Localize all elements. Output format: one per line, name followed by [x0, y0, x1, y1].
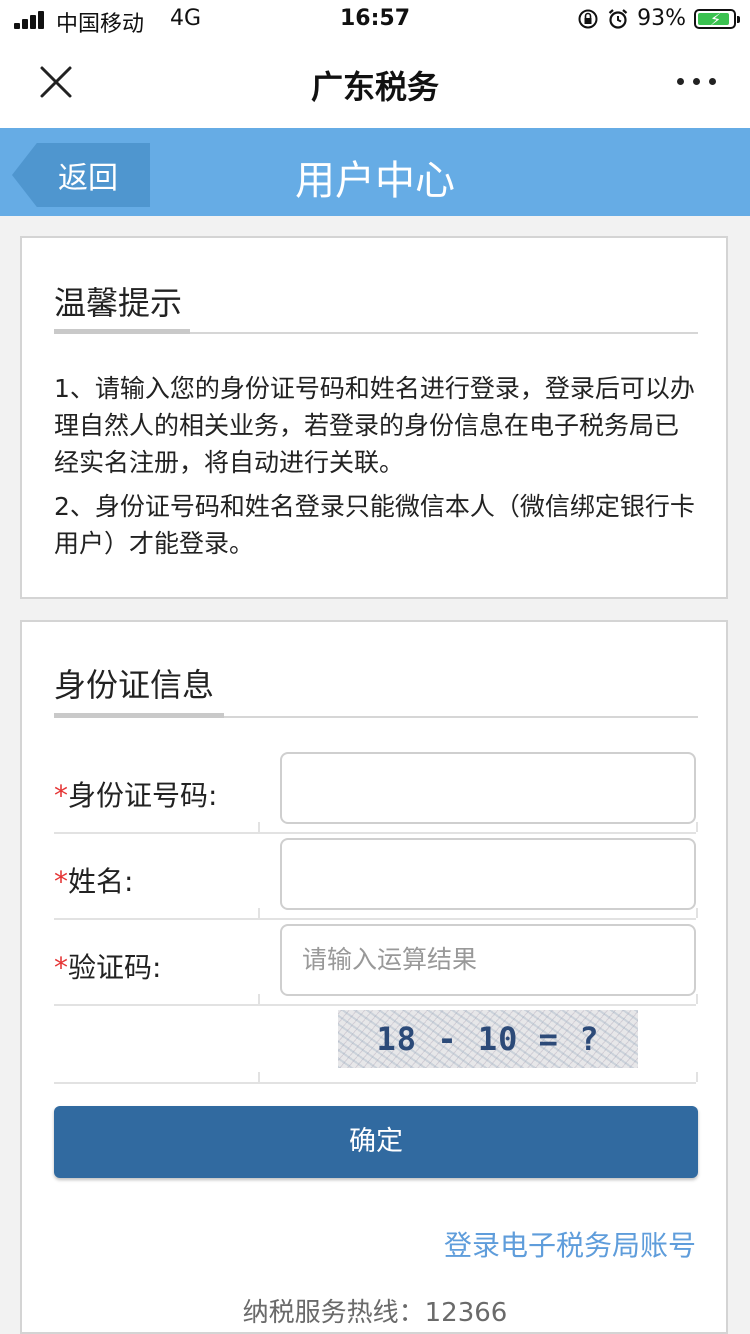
battery-percent: 93%: [637, 6, 686, 31]
tip-item-2: 2、身份证号码和姓名登录只能微信本人（微信绑定银行卡用户）才能登录。: [54, 492, 695, 558]
tips-card: 温馨提示 1、请输入您的身份证号码和姓名进行登录，登录后可以办理自然人的相关业务…: [20, 236, 728, 599]
more-icon[interactable]: [677, 78, 716, 85]
id-number-label: *身份证号码:: [54, 779, 218, 812]
row-divider: [54, 1082, 696, 1084]
confirm-button[interactable]: 确定: [54, 1106, 698, 1178]
status-bar: 中国移动 4G 16:57 93% ⚡: [0, 0, 750, 40]
row-divider: [54, 1004, 696, 1006]
page-title: 用户中心: [295, 158, 455, 204]
id-section-title: 身份证信息: [54, 666, 215, 704]
alarm-icon: [608, 8, 628, 29]
id-section-divider: [54, 713, 698, 718]
name-input[interactable]: [280, 838, 696, 910]
id-number-input[interactable]: [280, 752, 696, 824]
row-divider: [54, 832, 696, 834]
tip-item-1: 1、请输入您的身份证号码和姓名进行登录，登录后可以办理自然人的相关业务，若登录的…: [54, 374, 695, 477]
row-divider: [54, 918, 696, 920]
captcha-image[interactable]: 18 - 10 = ?: [338, 1010, 638, 1068]
id-info-card: 身份证信息 *身份证号码: *姓名: *验证码: 请输入运算结果 18 - 10…: [20, 620, 728, 1334]
battery-charging-icon: ⚡: [694, 8, 740, 29]
service-hotline: 纳税服务热线：12366: [242, 1298, 508, 1328]
rotation-lock-icon: [578, 9, 598, 28]
name-label: *姓名:: [54, 865, 134, 898]
captcha-input[interactable]: 请输入运算结果: [280, 924, 696, 996]
tips-title: 温馨提示: [54, 284, 183, 322]
page-header: 返回 用户中心: [0, 128, 750, 216]
tips-divider: [54, 329, 698, 334]
nav-bar: 广东税务: [0, 40, 750, 128]
captcha-label: *验证码:: [54, 951, 162, 984]
etax-login-link[interactable]: 登录电子税务局账号: [444, 1224, 696, 1264]
nav-title: 广东税务: [310, 68, 439, 106]
